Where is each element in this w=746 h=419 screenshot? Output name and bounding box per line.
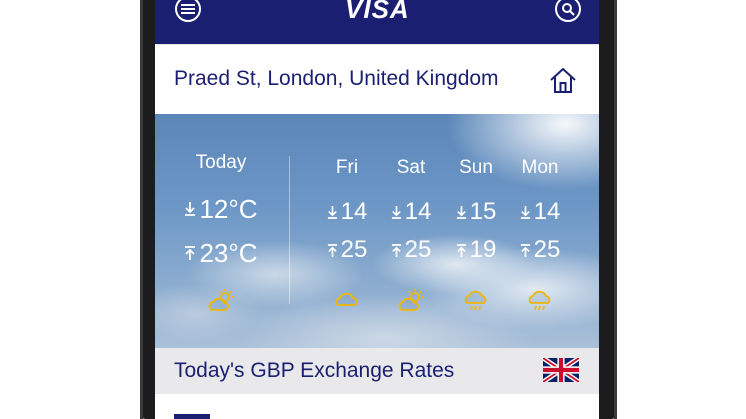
menu-button[interactable]: [175, 0, 201, 22]
forecast-max-value: 25: [340, 236, 368, 263]
location-text: Praed St, London, United Kingdom: [174, 67, 499, 90]
phone-bezel-right: [614, 0, 617, 419]
forecast-day-label: Fri: [335, 157, 359, 178]
exchange-rates-title: Today's GBP Exchange Rates: [174, 359, 455, 382]
min-temp-arrow-icon: [456, 205, 466, 219]
max-temp-arrow-icon: [520, 243, 530, 257]
forecast-day-label: Sat: [396, 157, 426, 178]
forecast-day-label: Sun: [459, 157, 493, 178]
min-temp-arrow-icon: [327, 205, 337, 219]
visa-logo: VISA: [345, 0, 410, 24]
partly-sunny-icon: [208, 289, 234, 311]
forecast-max-value: 25: [533, 236, 561, 263]
today-max-value: 23°C: [199, 238, 258, 268]
app-screen: VISA Praed St, London, United Kingdom To…: [155, 0, 599, 419]
forecast-min-value: 14: [533, 198, 561, 225]
search-icon: [562, 3, 575, 16]
forecast-max-temp: 25: [379, 238, 443, 262]
content-below: [155, 394, 599, 419]
weather-panel: Today 12°C 23°C Fri 14 25 Sat 14 25 Sun …: [155, 114, 599, 348]
partly-sunny-icon: [398, 289, 424, 311]
uk-flag-icon: [543, 358, 579, 382]
min-temp-arrow-icon: [185, 202, 196, 216]
forecast-max-value: 25: [404, 236, 432, 263]
today-max-temp: 23°C: [169, 240, 273, 266]
forecast-max-temp: 25: [508, 238, 572, 262]
forecast-min-value: 15: [469, 198, 497, 225]
max-temp-arrow-icon: [327, 243, 337, 257]
forecast-min-temp: 14: [379, 200, 443, 224]
forecast-min-temp: 14: [315, 200, 379, 224]
min-temp-arrow-icon: [520, 205, 530, 219]
home-icon: [550, 68, 576, 93]
exchange-rates-bar[interactable]: Today's GBP Exchange Rates: [155, 348, 599, 394]
forecast-min-temp: 15: [444, 200, 508, 224]
cloudy-icon: [335, 292, 358, 306]
forecast-min-value: 14: [404, 198, 432, 225]
forecast-max-temp: 19: [444, 238, 508, 262]
menu-icon: [181, 4, 195, 14]
forecast-max-temp: 25: [315, 238, 379, 262]
forecast-min-value: 14: [340, 198, 368, 225]
sun-rain-icon: [528, 290, 551, 311]
today-min-value: 12°C: [199, 194, 258, 224]
today-label: Today: [195, 152, 247, 173]
min-temp-arrow-icon: [391, 205, 401, 219]
weather-divider: [289, 156, 290, 304]
currency-flag-partial: [174, 414, 210, 419]
phone-bezel-left: [140, 0, 143, 419]
app-header: VISA: [155, 0, 599, 44]
location-bar: Praed St, London, United Kingdom: [155, 44, 599, 115]
search-button[interactable]: [555, 0, 581, 22]
home-button[interactable]: [548, 65, 578, 95]
max-temp-arrow-icon: [391, 243, 401, 257]
today-min-temp: 12°C: [169, 196, 273, 222]
forecast-day-label: Mon: [521, 157, 559, 178]
forecast-min-temp: 14: [508, 200, 572, 224]
sun-rain-icon: [464, 290, 487, 311]
max-temp-arrow-icon: [185, 246, 196, 260]
max-temp-arrow-icon: [456, 243, 466, 257]
forecast-max-value: 19: [469, 236, 497, 263]
